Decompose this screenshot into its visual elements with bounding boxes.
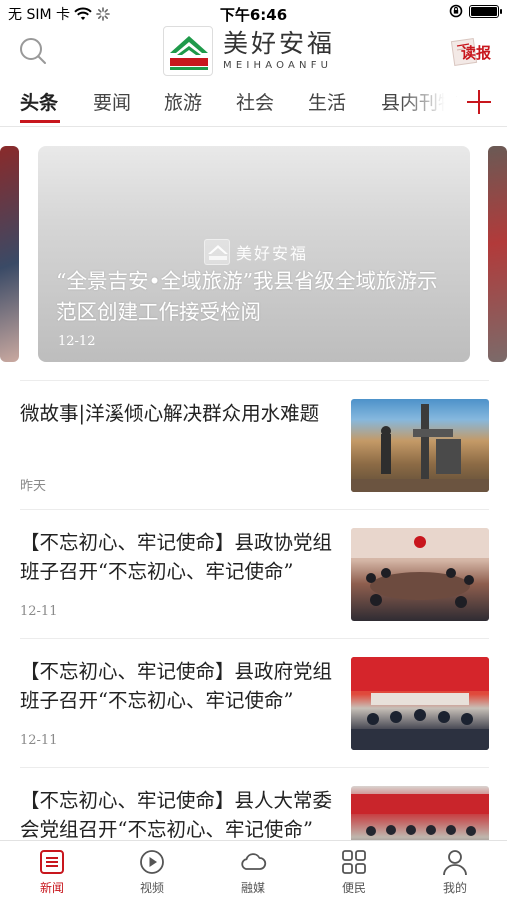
battery-icon — [469, 4, 502, 18]
news-item[interactable]: 微故事|洋溪倾心解决群众用水难题 昨天 — [20, 380, 489, 508]
user-icon — [443, 850, 467, 876]
nav-label: 我的 — [442, 881, 467, 895]
cloud-icon — [241, 853, 267, 870]
read-label: 读报 — [461, 44, 492, 62]
add-channel-icon[interactable] — [467, 90, 491, 114]
search-button[interactable] — [16, 34, 50, 68]
tab-fade — [400, 84, 456, 124]
headline-carousel: 美好安福 “全景吉安•全域旅游”我县省级全域旅游示范区创建工作接受检阅 12-1… — [0, 146, 507, 362]
nav-label: 新闻 — [39, 881, 64, 895]
tab-society[interactable]: 社会 — [236, 88, 274, 115]
nav-video[interactable]: 视频 — [122, 847, 182, 899]
bottom-nav: 新闻 视频 融媒 便民 我的 — [0, 840, 507, 900]
orientation-lock-icon — [449, 4, 463, 18]
tab-headlines[interactable]: 头条 — [20, 88, 58, 115]
news-date: 12-11 — [20, 604, 58, 619]
tab-news[interactable]: 要闻 — [93, 88, 131, 115]
news-title: 【不忘初心、牢记使命】县政协党组班子召开“不忘初心、牢记使命” — [20, 531, 333, 583]
tabs-divider — [0, 126, 507, 127]
read-newspaper-button[interactable]: 读报 — [449, 36, 499, 68]
news-thumbnail — [351, 399, 489, 492]
logo-subtitle: MEIHAOANFU — [223, 60, 333, 71]
status-right — [449, 4, 502, 18]
slide-watermark: 美好安福 — [204, 239, 308, 265]
news-thumbnail — [351, 657, 489, 750]
tab-travel[interactable]: 旅游 — [164, 88, 202, 115]
carousel-next-slide[interactable] — [488, 146, 507, 362]
news-title: 微故事|洋溪倾心解决群众用水难题 — [20, 402, 320, 425]
grid-icon — [342, 850, 366, 874]
tab-life[interactable]: 生活 — [308, 88, 346, 115]
active-tab-indicator — [20, 120, 60, 123]
nav-media[interactable]: 融媒 — [223, 847, 283, 899]
status-time: 下午6:46 — [219, 6, 288, 24]
play-icon — [140, 850, 164, 874]
nav-label: 视频 — [139, 881, 164, 895]
carousel-prev-slide[interactable] — [0, 146, 19, 362]
logo-mark-icon — [163, 26, 213, 76]
carousel-slide[interactable]: 美好安福 “全景吉安•全域旅游”我县省级全域旅游示范区创建工作接受检阅 12-1… — [38, 146, 470, 362]
app-header: 美好安福 MEIHAOANFU 读报 — [0, 26, 507, 80]
nav-label: 便民 — [341, 881, 366, 895]
nav-profile[interactable]: 我的 — [425, 847, 485, 899]
logo-title: 美好安福 — [223, 29, 336, 58]
news-title: 【不忘初心、牢记使命】县政府党组班子召开“不忘初心、牢记使命” — [20, 660, 333, 712]
news-item[interactable]: 【不忘初心、牢记使命】县政府党组班子召开“不忘初心、牢记使命” 12-11 — [20, 638, 489, 766]
slide-date: 12-12 — [58, 334, 96, 349]
nav-label: 融媒 — [240, 881, 265, 895]
watermark-logo-icon — [204, 239, 230, 265]
news-thumbnail — [351, 528, 489, 621]
slide-title: “全景吉安•全域旅游”我县省级全域旅游示范区创建工作接受检阅 — [56, 269, 438, 324]
nav-news[interactable]: 新闻 — [22, 847, 82, 899]
news-title: 【不忘初心、牢记使命】县人大常委会党组召开“不忘初心、牢记使命” — [20, 789, 333, 841]
nav-services[interactable]: 便民 — [324, 847, 384, 899]
news-date: 昨天 — [20, 479, 47, 494]
app-logo: 美好安福 MEIHAOANFU — [163, 26, 335, 76]
news-icon — [40, 850, 64, 874]
news-item[interactable]: 【不忘初心、牢记使命】县政协党组班子召开“不忘初心、牢记使命” 12-11 — [20, 509, 489, 637]
logo-wordmark: 美好安福 MEIHAOANFU — [223, 29, 335, 73]
search-icon — [20, 38, 46, 64]
status-bar: 无 SIM 卡 下午6:46 — [0, 0, 507, 26]
news-date: 12-11 — [20, 733, 58, 748]
watermark-text: 美好安福 — [236, 244, 309, 263]
channel-tabs: 头条 要闻 旅游 社会 生活 县内刊物 — [0, 84, 507, 124]
